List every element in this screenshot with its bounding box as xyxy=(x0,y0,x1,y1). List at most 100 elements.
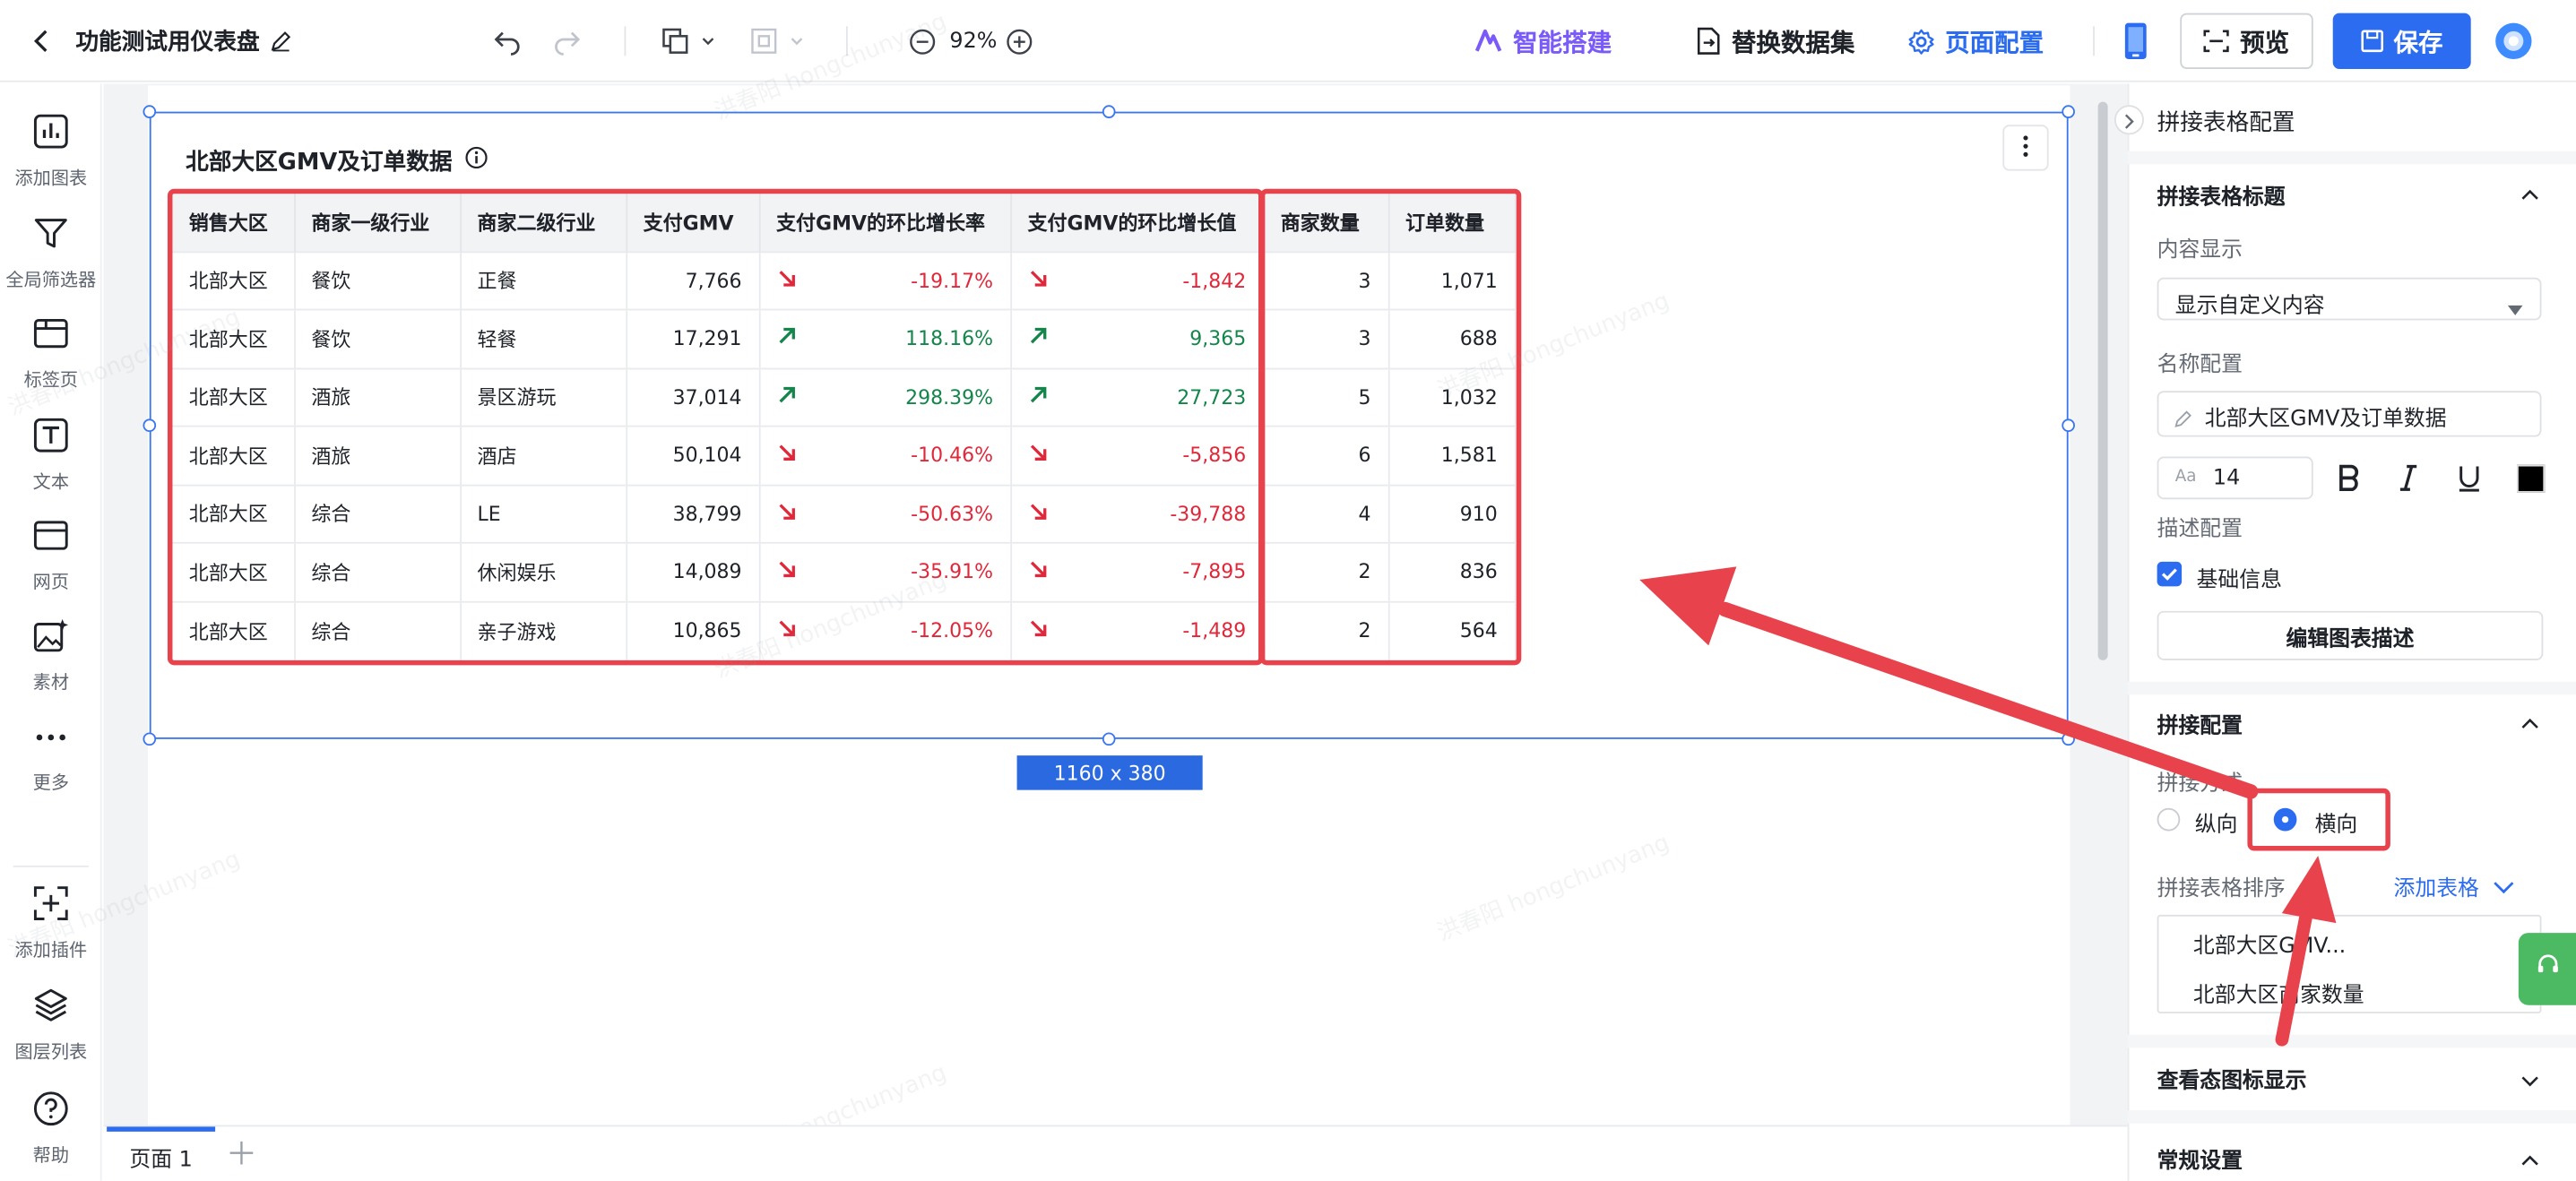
resize-handle[interactable] xyxy=(1102,105,1116,118)
radio-vertical[interactable] xyxy=(2157,807,2181,832)
replace-dataset-label: 替换数据集 xyxy=(1731,27,1855,57)
sidebar-item-tabs[interactable]: 标签页 xyxy=(0,315,102,392)
content-display-select[interactable]: 显示自定义内容 xyxy=(2157,277,2542,321)
resize-handle[interactable] xyxy=(143,418,157,433)
support-button[interactable] xyxy=(2518,933,2576,1005)
page-config-button[interactable]: 页面配置 xyxy=(1907,0,2044,82)
smart-build-button[interactable]: 智能搭建 xyxy=(1474,0,1612,82)
resize-handle[interactable] xyxy=(2062,105,2075,118)
sidebar-item-text[interactable]: 文本 xyxy=(0,418,102,495)
resize-handle[interactable] xyxy=(1102,732,1116,746)
back-button[interactable] xyxy=(30,0,53,82)
radio-vertical-label[interactable]: 纵向 xyxy=(2195,806,2238,837)
sort-list-item[interactable]: 北部大区GMV... xyxy=(2193,928,2346,959)
chevron-up-icon[interactable] xyxy=(2520,1146,2540,1177)
sidebar-label: 帮助 xyxy=(32,1144,69,1167)
sidebar-label: 文本 xyxy=(32,471,69,493)
add-page-button[interactable] xyxy=(229,1140,255,1173)
save-label: 保存 xyxy=(2393,27,2443,57)
left-sidebar: 添加图表 全局筛选器 标签页 文本 网页 素材 更多 添加插件 图层列表 帮助 xyxy=(0,83,102,1181)
size-badge: 1160 x 380 xyxy=(1016,755,1203,790)
chevron-down-icon xyxy=(789,33,805,49)
save-button[interactable]: 保存 xyxy=(2332,13,2471,69)
assistant-avatar[interactable] xyxy=(2494,0,2533,82)
section-title-header[interactable]: 拼接表格标题 xyxy=(2157,179,2286,210)
view-icon-display-header[interactable]: 查看态图标显示 xyxy=(2157,1063,2307,1093)
sort-label: 拼接表格排序 xyxy=(2157,876,2286,902)
filter-icon xyxy=(33,215,69,256)
help-icon xyxy=(33,1090,69,1132)
preview-button[interactable]: 预览 xyxy=(2180,13,2313,69)
join-mode-label: 拼接方式 xyxy=(2157,772,2243,797)
sidebar-item-layers[interactable]: 图层列表 xyxy=(0,987,102,1065)
add-plugin-icon xyxy=(33,885,69,927)
chevron-down-icon[interactable] xyxy=(2520,1066,2540,1098)
chart-more-menu-button[interactable] xyxy=(2002,125,2049,171)
zoom-level: 92% xyxy=(949,29,998,54)
ai-logo-icon xyxy=(1474,28,1503,54)
undo-button[interactable] xyxy=(493,0,523,82)
sidebar-item-help[interactable]: 帮助 xyxy=(0,1090,102,1168)
preview-frame-icon xyxy=(2204,30,2230,53)
align-dropdown-button[interactable] xyxy=(749,0,805,82)
name-input[interactable]: 北部大区GMV及订单数据 xyxy=(2157,391,2542,437)
resize-handle[interactable] xyxy=(2062,418,2075,433)
sidebar-label: 更多 xyxy=(32,772,69,794)
plus-icon xyxy=(229,1141,255,1173)
chart-title-text: 北部大区GMV及订单数据 xyxy=(186,149,453,177)
sidebar-label: 添加插件 xyxy=(14,939,88,961)
add-table-button[interactable]: 添加表格 xyxy=(2394,870,2479,901)
chevron-up-icon[interactable] xyxy=(2520,710,2540,741)
sidebar-label: 全局筛选器 xyxy=(5,269,97,291)
mobile-phone-icon xyxy=(2122,22,2148,61)
dashboard-title-text: 功能测试用仪表盘 xyxy=(75,29,260,56)
gear-icon xyxy=(1907,27,1935,55)
sort-list-item[interactable]: 北部大区商家数量 xyxy=(2193,978,2364,1008)
zoom-in-button[interactable] xyxy=(1006,0,1033,82)
assistant-logo-icon xyxy=(2494,22,2533,61)
font-size-icon: Aa xyxy=(2174,468,2197,487)
chevron-up-icon[interactable] xyxy=(2520,181,2540,212)
chevron-down-icon[interactable] xyxy=(2493,872,2516,903)
headset-icon xyxy=(2534,953,2560,986)
collapse-panel-button[interactable] xyxy=(2114,105,2144,135)
italic-button[interactable] xyxy=(2397,463,2420,499)
edit-pencil-icon[interactable] xyxy=(270,30,293,53)
replace-dataset-button[interactable]: 替换数据集 xyxy=(1696,0,1855,82)
bold-button[interactable] xyxy=(2336,463,2362,499)
resize-handle[interactable] xyxy=(2062,732,2075,746)
general-settings-header[interactable]: 常规设置 xyxy=(2157,1143,2243,1174)
resize-handle[interactable] xyxy=(143,732,157,746)
content-display-label: 内容显示 xyxy=(2157,237,2243,263)
page-tab[interactable]: 页面 1 xyxy=(107,1126,216,1180)
sidebar-item-add-chart[interactable]: 添加图表 xyxy=(0,113,102,190)
sidebar-label: 标签页 xyxy=(23,369,79,392)
font-color-swatch[interactable] xyxy=(2517,464,2546,493)
redo-button[interactable] xyxy=(552,0,582,82)
align-icon xyxy=(749,26,779,56)
mobile-preview-button[interactable] xyxy=(2122,0,2148,82)
image-sparkle-icon xyxy=(33,617,69,659)
top-bar: 功能测试用仪表盘 92% 智能搭建 替换数据集 页面配置 预览 保存 xyxy=(0,0,2576,82)
zoom-out-button[interactable] xyxy=(909,0,937,82)
panel-divider xyxy=(2127,1034,2576,1048)
sidebar-item-global-filter[interactable]: 全局筛选器 xyxy=(0,215,102,292)
canvas-scrollbar[interactable] xyxy=(2097,101,2108,660)
basic-info-checkbox[interactable] xyxy=(2157,561,2183,587)
text-icon xyxy=(33,418,69,459)
smart-build-label: 智能搭建 xyxy=(1513,27,1612,57)
sidebar-item-add-plugin[interactable]: 添加插件 xyxy=(0,885,102,962)
sidebar-item-assets[interactable]: 素材 xyxy=(0,617,102,694)
sidebar-label: 素材 xyxy=(32,671,69,694)
font-size-input[interactable]: Aa 14 xyxy=(2157,456,2313,500)
info-icon[interactable] xyxy=(465,146,488,176)
underline-button[interactable] xyxy=(2456,463,2482,499)
sidebar-item-more[interactable]: 更多 xyxy=(0,721,102,795)
page-tab-label: 页面 1 xyxy=(129,1148,193,1173)
dashboard-title[interactable]: 功能测试用仪表盘 xyxy=(75,0,292,82)
copy-dropdown-button[interactable] xyxy=(661,0,716,82)
resize-handle[interactable] xyxy=(143,105,157,118)
edit-description-button[interactable]: 编辑图表描述 xyxy=(2157,610,2544,660)
sidebar-item-webpage[interactable]: 网页 xyxy=(0,517,102,594)
join-config-header[interactable]: 拼接配置 xyxy=(2157,708,2243,738)
